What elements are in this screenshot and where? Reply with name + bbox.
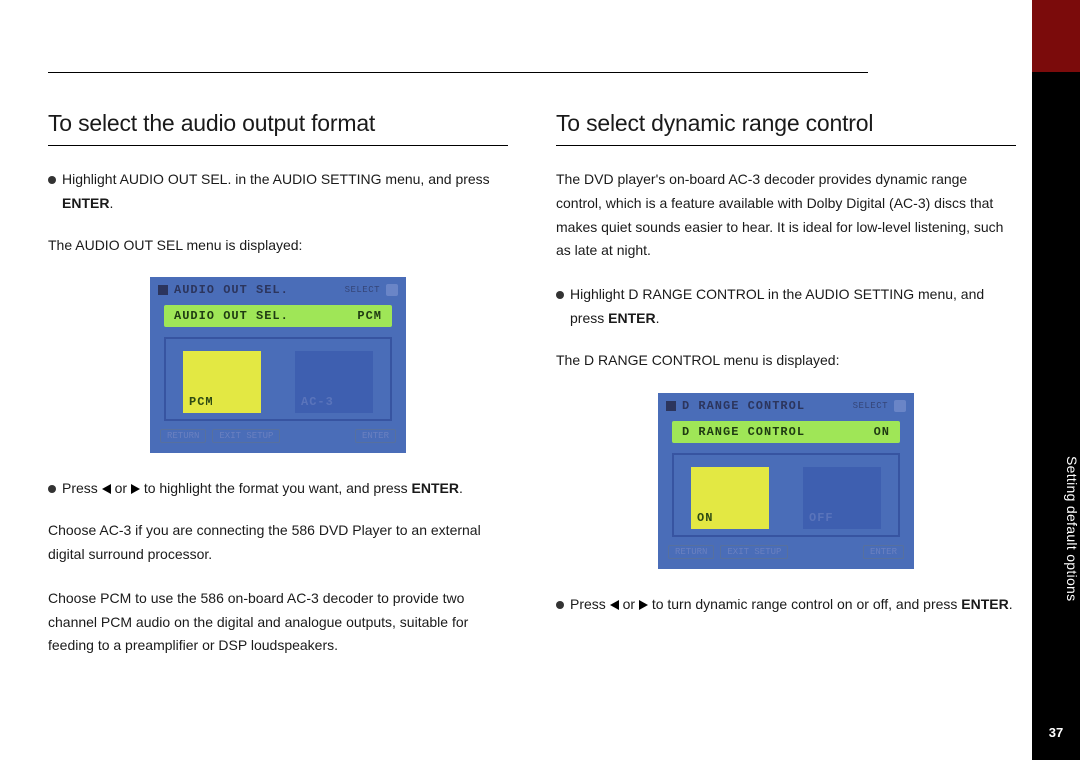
step-text: Highlight D RANGE CONTROL in the AUDIO S… <box>570 283 1016 331</box>
step-text: Highlight AUDIO OUT SEL. in the AUDIO SE… <box>62 168 508 216</box>
section-label: Setting default options <box>1032 450 1080 601</box>
step-text: Press or to highlight the format you wan… <box>62 477 463 501</box>
bullet-icon <box>556 601 564 609</box>
note-ac3: Choose AC-3 if you are connecting the 58… <box>48 519 508 567</box>
heading-audio-output: To select the audio output format <box>48 110 508 137</box>
intro-paragraph: The DVD player's on-board AC-3 decoder p… <box>556 168 1016 263</box>
bullet-icon <box>48 485 56 493</box>
step-2: Press or to highlight the format you wan… <box>48 477 508 501</box>
bullet-icon <box>556 291 564 299</box>
left-arrow-icon <box>102 484 111 494</box>
heading-rule <box>48 145 508 146</box>
right-arrow-icon <box>131 484 140 494</box>
option-on: ON <box>691 467 769 529</box>
step-2: Press or to turn dynamic range control o… <box>556 593 1016 617</box>
right-arrow-icon <box>639 600 648 610</box>
content-columns: To select the audio output format Highli… <box>48 110 1018 658</box>
step-1: Highlight D RANGE CONTROL in the AUDIO S… <box>556 283 1016 331</box>
displayed-note: The AUDIO OUT SEL menu is displayed: <box>48 234 508 258</box>
side-tab: Setting default options 37 <box>1032 0 1080 760</box>
top-rule <box>48 72 868 73</box>
left-column: To select the audio output format Highli… <box>48 110 508 658</box>
heading-rule <box>556 145 1016 146</box>
option-off: OFF <box>803 467 881 529</box>
step-1: Highlight AUDIO OUT SEL. in the AUDIO SE… <box>48 168 508 216</box>
manual-page: Setting default options 37 To select the… <box>0 0 1080 760</box>
note-pcm: Choose PCM to use the 586 on-board AC-3 … <box>48 587 508 658</box>
option-pcm: PCM <box>183 351 261 413</box>
option-ac3: AC-3 <box>295 351 373 413</box>
heading-dynamic-range: To select dynamic range control <box>556 110 1016 137</box>
bullet-icon <box>48 176 56 184</box>
right-column: To select dynamic range control The DVD … <box>556 110 1016 658</box>
side-tab-accent <box>1032 0 1080 72</box>
step-text: Press or to turn dynamic range control o… <box>570 593 1013 617</box>
displayed-note: The D RANGE CONTROL menu is displayed: <box>556 349 1016 373</box>
left-arrow-icon <box>610 600 619 610</box>
d-range-control-screen: D RANGE CONTROL SELECT D RANGE CONTROL O… <box>658 393 914 569</box>
page-number: 37 <box>1032 725 1080 740</box>
audio-out-sel-screen: AUDIO OUT SEL. SELECT AUDIO OUT SEL. PCM… <box>150 277 406 453</box>
